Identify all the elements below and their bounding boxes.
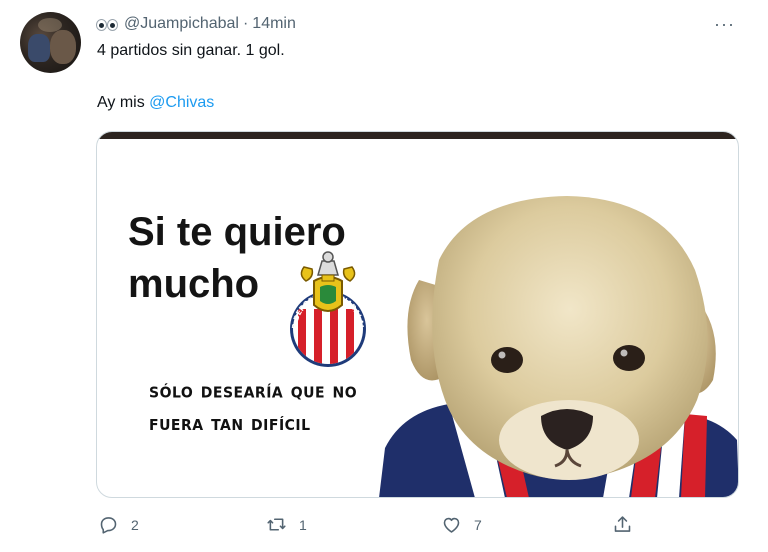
puppy-picture bbox=[379, 196, 738, 497]
share-button[interactable] bbox=[612, 514, 645, 535]
more-icon[interactable]: ··· bbox=[714, 14, 735, 35]
avatar-detail bbox=[28, 34, 50, 62]
retweet-button[interactable]: 1 bbox=[266, 514, 307, 535]
header-separator: · bbox=[242, 15, 249, 32]
tweet-header: @Juampichabal · 14min bbox=[96, 14, 296, 34]
reply-count: 2 bbox=[131, 516, 139, 533]
tweet-media-image[interactable]: Si te quiero mucho CLUB DEPORTIVO GUADAL… bbox=[96, 131, 739, 498]
like-button[interactable]: 7 bbox=[441, 514, 482, 535]
reply-icon bbox=[100, 517, 117, 534]
mention-link[interactable]: @Chivas bbox=[149, 94, 214, 111]
reply-button[interactable]: 2 bbox=[98, 514, 139, 535]
eyes-icon bbox=[96, 17, 118, 31]
author-avatar[interactable] bbox=[20, 12, 81, 73]
tweet-text-line-1: 4 partidos sin ganar. 1 gol. bbox=[97, 42, 285, 59]
retweet-count: 1 bbox=[299, 516, 307, 533]
share-icon bbox=[614, 516, 631, 532]
username[interactable]: @Juampichabal bbox=[124, 15, 239, 33]
tweet-text-prefix: Ay mis bbox=[97, 94, 150, 111]
like-count: 7 bbox=[474, 516, 482, 533]
tweet-text-line-2: Ay mis @Chivas bbox=[97, 94, 214, 112]
tweet-time[interactable]: 14min bbox=[252, 15, 296, 33]
avatar-detail bbox=[50, 30, 76, 64]
heart-icon bbox=[443, 517, 460, 533]
meme-subtitle: sólo desearía que no fuera tan difícil bbox=[149, 376, 358, 436]
chivas-crest-icon: CLUB DEPORTIVO GUADALAJARA bbox=[284, 247, 366, 367]
image-top-band bbox=[97, 132, 738, 139]
retweet-icon bbox=[267, 518, 286, 531]
tweet-actions: 2 1 7 bbox=[0, 512, 768, 542]
